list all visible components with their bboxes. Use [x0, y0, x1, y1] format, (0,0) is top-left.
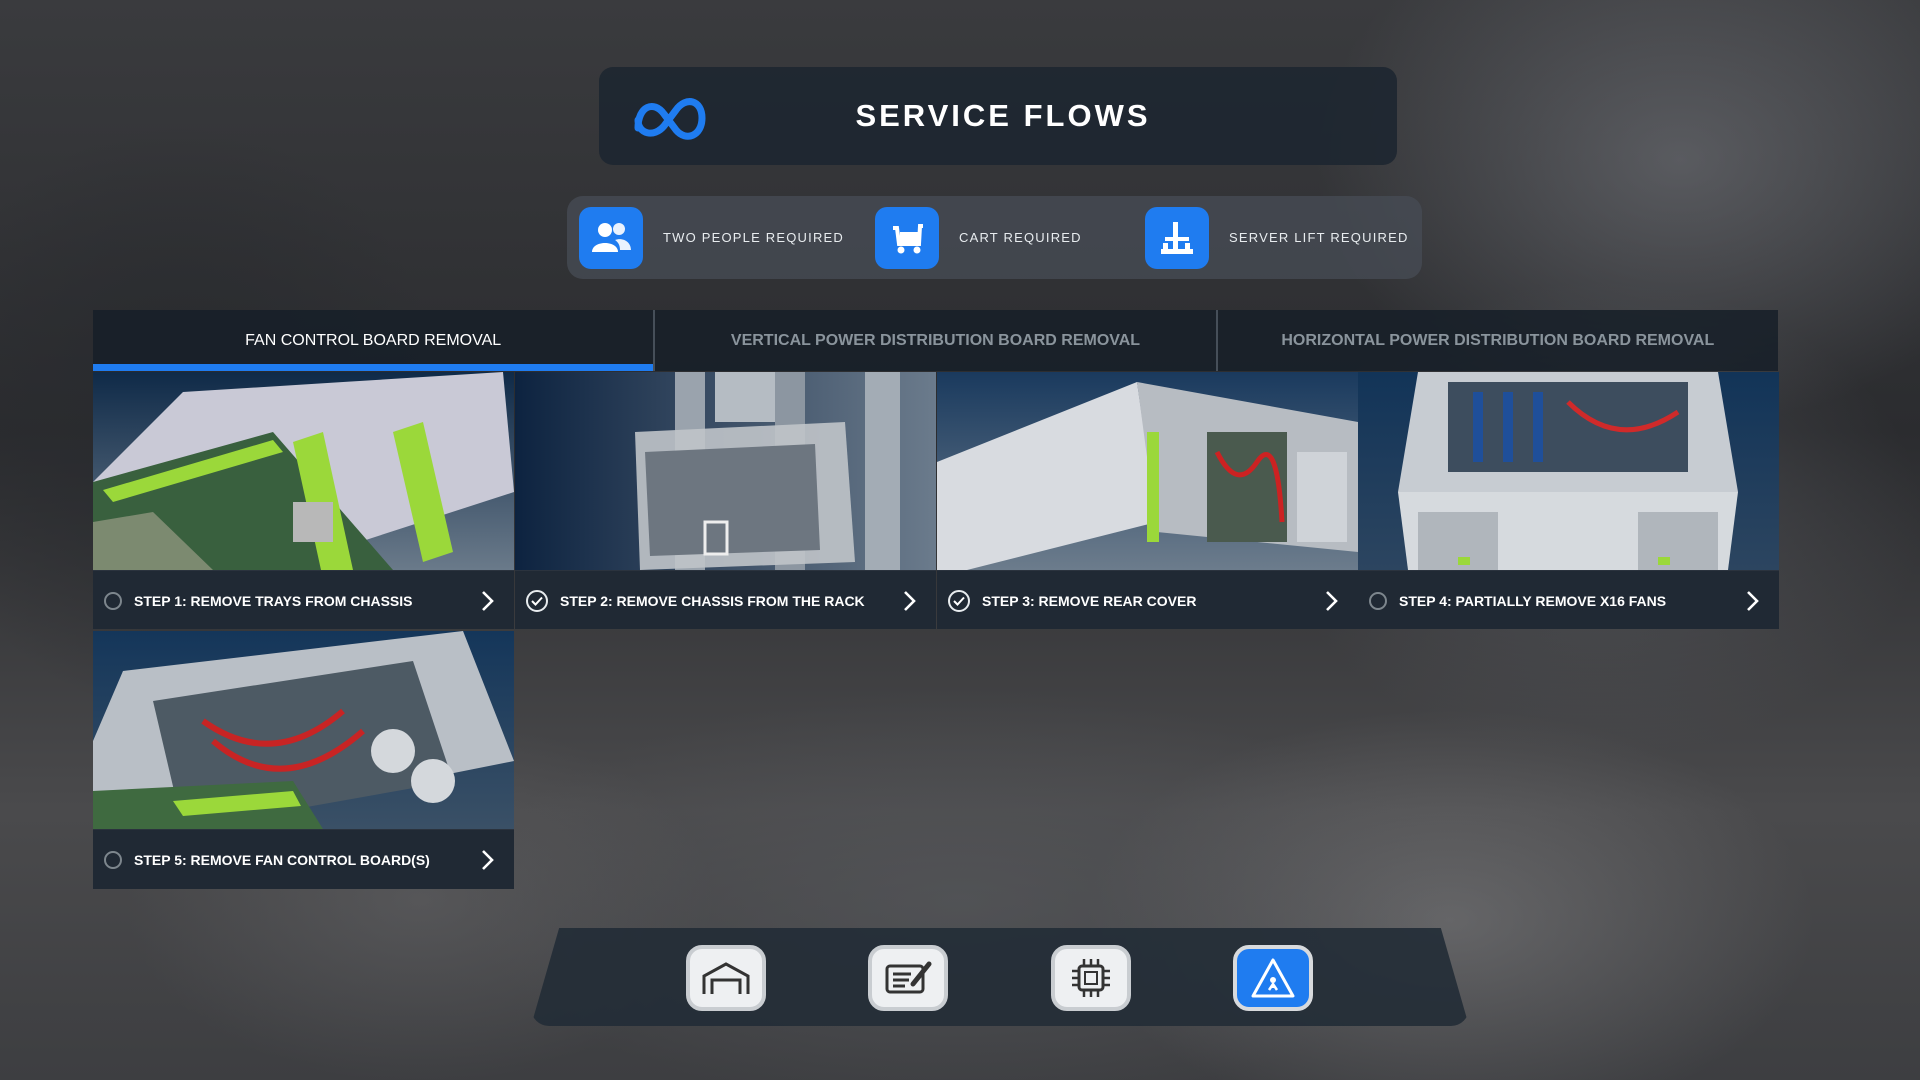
chevron-right-icon — [1326, 590, 1338, 611]
step-2-footer: STEP 2: REMOVE CHASSIS FROM THE RACK — [515, 570, 936, 629]
safety-warning-icon — [1251, 958, 1295, 998]
step-4-footer: STEP 4: PARTIALLY REMOVE X16 FANS — [1358, 570, 1779, 629]
chevron-right-icon — [1747, 590, 1759, 611]
step-4-thumbnail — [1358, 372, 1779, 570]
bottom-dock — [531, 928, 1469, 1026]
chevron-right-icon — [904, 590, 916, 611]
step-status-radio — [104, 851, 122, 869]
step-card-3[interactable]: STEP 3: REMOVE REAR COVER — [937, 372, 1358, 629]
meta-logo-icon — [634, 98, 706, 140]
step-status-radio — [1369, 591, 1387, 610]
requirement-two-people: TWO PEOPLE REQUIRED — [579, 206, 844, 269]
notes-icon — [885, 961, 932, 994]
active-tab-indicator — [93, 364, 654, 371]
step-label: STEP 4: PARTIALLY REMOVE X16 FANS — [1399, 592, 1667, 609]
notes-button[interactable] — [868, 945, 948, 1011]
step-label: STEP 3: REMOVE REAR COVER — [982, 592, 1197, 609]
tab-label: HORIZONTAL POWER DISTRIBUTION BOARD REMO… — [1281, 331, 1715, 349]
header-panel: SERVICE FLOWS — [599, 67, 1397, 165]
step-card-4[interactable]: STEP 4: PARTIALLY REMOVE X16 FANS — [1358, 372, 1779, 629]
step-label: STEP 1: REMOVE TRAYS FROM CHASSIS — [134, 592, 413, 609]
step-1-thumbnail — [93, 372, 514, 570]
requirement-server-lift: SERVER LIFT REQUIRED — [1145, 206, 1409, 269]
safety-warning-button[interactable] — [1233, 945, 1313, 1011]
cart-icon — [875, 206, 939, 269]
step-5-thumbnail — [93, 631, 514, 829]
tab-vertical-pdb-removal[interactable]: VERTICAL POWER DISTRIBUTION BOARD REMOVA… — [653, 310, 1215, 371]
server-lift-icon — [1145, 206, 1209, 269]
step-3-footer: STEP 3: REMOVE REAR COVER — [937, 570, 1358, 629]
tab-fan-control-board-removal[interactable]: FAN CONTROL BOARD REMOVAL — [93, 310, 654, 371]
requirement-cart: CART REQUIRED — [875, 206, 1082, 269]
step-5-footer: STEP 5: REMOVE FAN CONTROL BOARD(S) — [93, 829, 514, 889]
tab-bar: FAN CONTROL BOARD REMOVAL VERTICAL POWER… — [93, 310, 1778, 371]
tab-horizontal-pdb-removal[interactable]: HORIZONTAL POWER DISTRIBUTION BOARD REMO… — [1215, 310, 1778, 371]
step-card-2[interactable]: STEP 2: REMOVE CHASSIS FROM THE RACK — [515, 372, 936, 629]
step-3-thumbnail — [937, 372, 1358, 570]
step-card-1[interactable]: STEP 1: REMOVE TRAYS FROM CHASSIS — [93, 372, 514, 629]
step-status-radio — [104, 591, 122, 610]
requirement-label: CART REQUIRED — [959, 230, 1082, 245]
page-title: SERVICE FLOWS — [855, 98, 1151, 133]
chevron-right-icon — [482, 850, 494, 870]
people-icon — [579, 206, 643, 269]
step-1-footer: STEP 1: REMOVE TRAYS FROM CHASSIS — [93, 570, 514, 629]
check-circle-icon — [526, 589, 548, 612]
requirement-label: TWO PEOPLE REQUIRED — [663, 230, 844, 245]
requirement-label: SERVER LIFT REQUIRED — [1229, 230, 1409, 245]
requirements-bar: TWO PEOPLE REQUIRED CART REQUIRED SERVER… — [567, 196, 1422, 279]
step-label: STEP 5: REMOVE FAN CONTROL BOARD(S) — [134, 852, 430, 868]
step-label: STEP 2: REMOVE CHASSIS FROM THE RACK — [560, 592, 865, 609]
step-card-5[interactable]: STEP 5: REMOVE FAN CONTROL BOARD(S) — [93, 631, 514, 889]
chevron-right-icon — [482, 590, 494, 611]
tab-label: VERTICAL POWER DISTRIBUTION BOARD REMOVA… — [730, 331, 1141, 349]
step-2-thumbnail — [515, 372, 936, 570]
hangar-button[interactable] — [686, 945, 766, 1011]
check-circle-icon — [948, 589, 970, 612]
hangar-icon — [702, 962, 750, 994]
tab-label: FAN CONTROL BOARD REMOVAL — [245, 331, 502, 349]
chip-icon — [1072, 959, 1110, 997]
chip-button[interactable] — [1051, 945, 1131, 1011]
